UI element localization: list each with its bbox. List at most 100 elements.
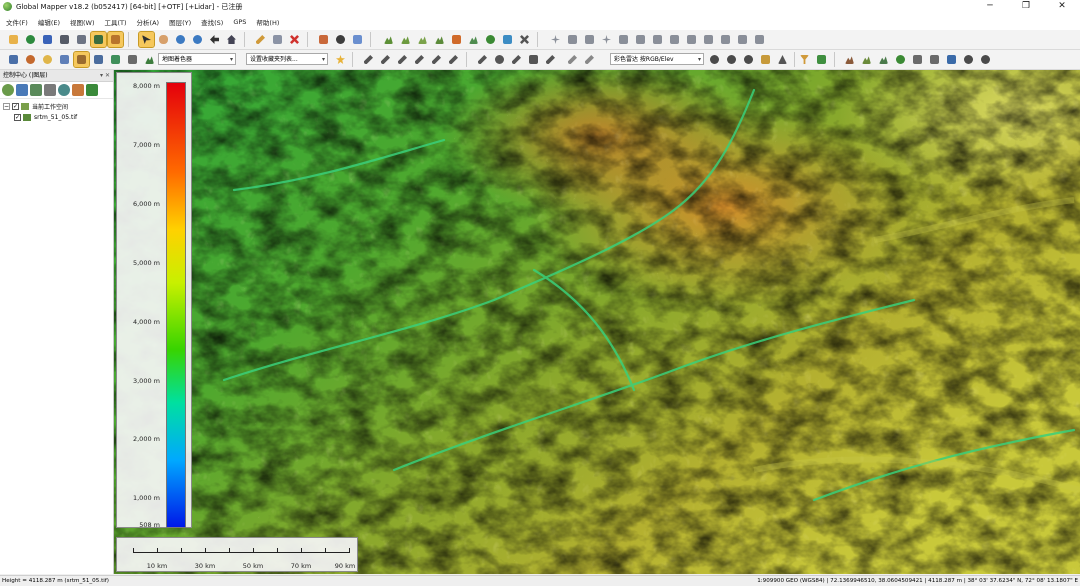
edit-tool-10-button[interactable] — [701, 32, 716, 47]
menu-help[interactable]: 帮助(H) — [252, 17, 283, 27]
layer-checkbox[interactable]: ✓ — [14, 114, 21, 121]
layer-metadata-icon[interactable] — [44, 84, 56, 96]
export-button[interactable] — [57, 32, 72, 47]
draw-tool-1-button[interactable] — [361, 52, 376, 67]
lidar-tool-9-button[interactable] — [978, 52, 993, 67]
triangle-tool-button[interactable] — [775, 52, 790, 67]
layer-tool-2-button[interactable] — [23, 52, 38, 67]
tree-layer[interactable]: ✓ srtm_51_05.tif — [0, 112, 113, 123]
edit-tool-2-button[interactable] — [565, 32, 580, 47]
edit-tool-11-button[interactable] — [718, 32, 733, 47]
hillshade-toggle-button[interactable] — [73, 51, 90, 68]
open-file-button[interactable] — [6, 32, 21, 47]
path-profile-button[interactable] — [350, 32, 365, 47]
analysis-tool-7-button[interactable] — [483, 32, 498, 47]
lidar-tool-1-button[interactable] — [842, 52, 857, 67]
edit-tool-6-button[interactable] — [633, 32, 648, 47]
draw-tool-6-button[interactable] — [446, 52, 461, 67]
zoom-in-button[interactable] — [173, 32, 188, 47]
lidar-tool-5-button[interactable] — [910, 52, 925, 67]
layer-close-icon[interactable] — [86, 84, 98, 96]
control-center-button[interactable] — [107, 31, 124, 48]
edit-tool-8-button[interactable] — [667, 32, 682, 47]
edit-tool-9-button[interactable] — [684, 32, 699, 47]
restore-button[interactable]: ❐ — [1008, 0, 1044, 13]
layer-tool-7-button[interactable] — [108, 52, 123, 67]
draw-tool-7-button[interactable] — [475, 52, 490, 67]
layer-search-icon[interactable] — [2, 84, 14, 96]
map-view[interactable]: 8,000 m 7,000 m 6,000 m 5,000 m 4,000 m … — [114, 70, 1080, 574]
draw-tool-9-button[interactable] — [526, 52, 541, 67]
minimize-button[interactable]: ─ — [972, 0, 1008, 13]
draw-tool-4-button[interactable] — [412, 52, 427, 67]
menu-edit[interactable]: 编辑(E) — [34, 17, 64, 27]
pan-tool-button[interactable] — [156, 32, 171, 47]
verify-button[interactable] — [814, 52, 829, 67]
color-mode-select[interactable]: 彩色雷达 按RGB/Elev ▾ — [610, 53, 704, 65]
favorites-select[interactable]: 设置收藏夹列表... ▾ — [246, 53, 328, 65]
target-tool-button[interactable] — [492, 52, 507, 67]
tree-workspace[interactable]: − ✓ 当前工作空间 — [0, 101, 113, 112]
config-button[interactable] — [74, 32, 89, 47]
feature-info-button[interactable] — [333, 32, 348, 47]
draw-tool-12-button[interactable] — [582, 52, 597, 67]
analysis-tool-4-button[interactable] — [432, 32, 447, 47]
lidar-tool-6-button[interactable] — [927, 52, 942, 67]
analysis-tool-2-button[interactable] — [398, 32, 413, 47]
favorites-star-button[interactable] — [333, 52, 348, 67]
zoom-out-button[interactable] — [190, 32, 205, 47]
draw-tool-5-button[interactable] — [429, 52, 444, 67]
draw-line-button[interactable] — [253, 32, 268, 47]
layer-add-icon[interactable] — [16, 84, 28, 96]
analysis-tool-1-button[interactable] — [381, 32, 396, 47]
tree-collapse-icon[interactable]: − — [3, 103, 10, 110]
edit-tool-5-button[interactable] — [616, 32, 631, 47]
menu-view[interactable]: 视图(W) — [66, 17, 99, 27]
layer-tool-1-button[interactable] — [6, 52, 21, 67]
analysis-tool-9-button[interactable] — [517, 32, 532, 47]
menu-search[interactable]: 查找(S) — [197, 17, 227, 27]
copy-button[interactable] — [270, 32, 285, 47]
shader-select[interactable]: 地图着色器 ▾ — [158, 53, 236, 65]
draw-tool-2-button[interactable] — [378, 52, 393, 67]
analysis-tool-5-button[interactable] — [449, 32, 464, 47]
overview-map-button[interactable] — [90, 31, 107, 48]
filter-button[interactable] — [797, 52, 812, 67]
settings-1-button[interactable] — [707, 52, 722, 67]
lidar-tool-4-button[interactable] — [893, 52, 908, 67]
draw-tool-8-button[interactable] — [509, 52, 524, 67]
analysis-tool-3-button[interactable] — [415, 32, 430, 47]
menu-analysis[interactable]: 分析(A) — [133, 17, 164, 27]
menu-tools[interactable]: 工具(T) — [101, 17, 131, 27]
settings-3-button[interactable] — [741, 52, 756, 67]
edit-tool-13-button[interactable] — [752, 32, 767, 47]
lidar-tool-8-button[interactable] — [961, 52, 976, 67]
workspace-checkbox[interactable]: ✓ — [12, 103, 19, 110]
lidar-tool-2-button[interactable] — [859, 52, 874, 67]
shader-icon-button[interactable] — [142, 52, 157, 67]
back-button[interactable] — [207, 32, 222, 47]
settings-2-button[interactable] — [724, 52, 739, 67]
edit-tool-12-button[interactable] — [735, 32, 750, 47]
layer-tool-8-button[interactable] — [125, 52, 140, 67]
open-online-data-button[interactable] — [23, 32, 38, 47]
lidar-tool-7-button[interactable] — [944, 52, 959, 67]
draw-tool-3-button[interactable] — [395, 52, 410, 67]
home-button[interactable] — [224, 32, 239, 47]
measure-button[interactable] — [316, 32, 331, 47]
close-button[interactable]: ✕ — [1044, 0, 1080, 13]
edit-tool-3-button[interactable] — [582, 32, 597, 47]
menu-layer[interactable]: 图层(Y) — [165, 17, 195, 27]
layer-zoom-icon[interactable] — [58, 84, 70, 96]
layer-tool-3-button[interactable] — [40, 52, 55, 67]
menu-gps[interactable]: GPS — [229, 18, 250, 26]
draw-tool-10-button[interactable] — [543, 52, 558, 67]
layer-tool-6-button[interactable] — [91, 52, 106, 67]
layer-color-icon[interactable] — [72, 84, 84, 96]
mask-tool-button[interactable] — [758, 52, 773, 67]
analysis-tool-6-button[interactable] — [466, 32, 481, 47]
layer-options-icon[interactable] — [30, 84, 42, 96]
lidar-tool-3-button[interactable] — [876, 52, 891, 67]
edit-tool-1-button[interactable] — [548, 32, 563, 47]
menu-file[interactable]: 文件(F) — [2, 17, 32, 27]
